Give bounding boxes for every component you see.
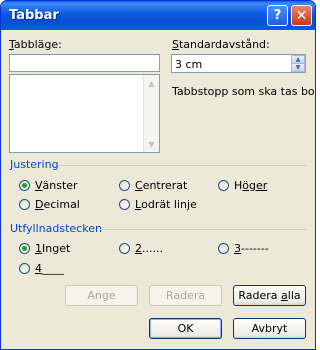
leader-dots-radio[interactable]: 2 ...... — [119, 242, 163, 255]
close-icon: ✕ — [295, 7, 308, 24]
align-left-radio[interactable]: Vänster — [19, 179, 78, 192]
ok-button[interactable]: OK — [149, 318, 222, 339]
leader-underline-radio[interactable]: 4 ____ — [19, 262, 64, 275]
leader-none-radio[interactable]: 1 Inget — [19, 242, 70, 255]
tabs-dialog: Tabbar ? ✕ Tabbläge: ▲ ▼ Standardavstånd… — [0, 0, 316, 350]
radio-icon — [19, 263, 30, 274]
help-icon: ? — [273, 8, 282, 23]
scroll-up-icon[interactable]: ▲ — [144, 75, 159, 91]
leader-group-title: Utfyllnadstecken — [10, 222, 102, 235]
tab-position-input[interactable] — [9, 54, 160, 72]
radio-icon — [119, 243, 130, 254]
set-button[interactable]: Ange — [65, 285, 138, 306]
radio-selected-icon — [19, 180, 30, 191]
tab-position-list[interactable]: ▲ ▼ — [9, 74, 160, 153]
align-bar-radio[interactable]: Lodrät linje — [119, 198, 197, 211]
title-bar: Tabbar ? ✕ — [1, 1, 315, 30]
radio-icon — [119, 199, 130, 210]
radio-selected-icon — [19, 243, 30, 254]
radio-icon — [218, 243, 229, 254]
spin-down-icon[interactable]: ▼ — [291, 63, 305, 72]
tab-stops-to-clear-label: Tabbstopp som ska tas bort: — [172, 85, 316, 98]
radio-icon — [119, 180, 130, 191]
align-right-radio[interactable]: Höger — [218, 179, 267, 192]
clear-button[interactable]: Radera — [149, 285, 222, 306]
radio-icon — [19, 199, 30, 210]
alignment-divider — [58, 165, 307, 166]
list-scrollbar[interactable]: ▲ ▼ — [143, 75, 159, 152]
dialog-title: Tabbar — [9, 8, 59, 23]
default-spacing-label: Standardavstånd: — [172, 38, 270, 51]
scroll-down-icon[interactable]: ▼ — [144, 136, 159, 152]
help-button[interactable]: ? — [267, 5, 288, 26]
align-center-radio[interactable]: Centrerat — [119, 179, 187, 192]
cancel-button[interactable]: Avbryt — [233, 318, 306, 339]
leader-divider — [100, 229, 307, 230]
clear-all-button[interactable]: Radera a lla — [233, 285, 306, 306]
tab-position-label: Tabbläge: — [9, 38, 62, 51]
close-button[interactable]: ✕ — [291, 5, 312, 26]
leader-dashes-radio[interactable]: 3 ------- — [218, 242, 269, 255]
radio-icon — [218, 180, 229, 191]
default-spacing-input[interactable]: 3 cm ▲ ▼ — [171, 54, 306, 73]
alignment-group-title: Justering — [10, 158, 59, 171]
align-decimal-radio[interactable]: Decimal — [19, 198, 80, 211]
